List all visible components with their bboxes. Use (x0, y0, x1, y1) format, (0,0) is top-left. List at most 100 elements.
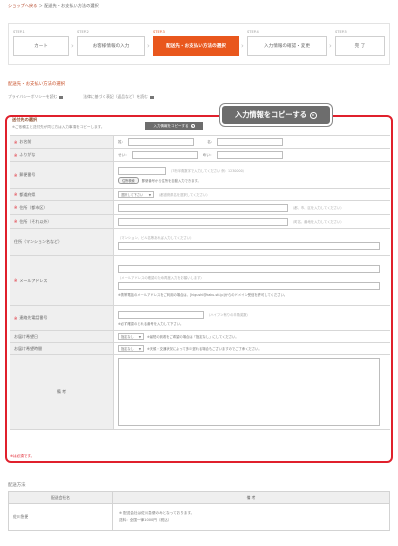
required-mark: ※ (14, 139, 18, 145)
delivery-method-title: 配送方法 (8, 483, 26, 488)
step-number: STEP.5 (335, 30, 347, 34)
form-row-kana: ※ ふりがな せい： めい： (10, 149, 390, 162)
city-input[interactable] (118, 203, 288, 212)
delivery-date-note: ※最短の到着をご希望の場合は「指定なし」にしてください。 (147, 335, 239, 339)
form-row-delivery-time: お届け希望時間 指定なし ▼ ※天候・交通状況によって多少遅れる場合もございますの… (10, 343, 390, 355)
step-5: STEP.5 完 了 (335, 29, 385, 60)
first-name-label: 名： (207, 139, 215, 144)
section-title: 配送先・お支払い方法の選択 (8, 82, 66, 87)
step-indicator: STEP.1 カート › STEP.2 お客様情報の入力 › STEP.3 配送… (8, 23, 390, 65)
form-row-building: 住所（マンション名など） （マンション、ビル名等あれば入力してください） (10, 229, 390, 256)
field-label: 都道府県 (19, 191, 36, 197)
last-name-input[interactable] (128, 138, 195, 146)
field-label: 郵便番号 (19, 172, 36, 177)
field-label: ふりがな (19, 152, 36, 157)
field-label: お名前 (19, 139, 32, 144)
first-name-kana-input[interactable] (216, 151, 283, 159)
step-label: カート (13, 36, 69, 56)
step-number: STEP.4 (247, 30, 259, 34)
arrow-right-circle-icon: ▸ (190, 124, 195, 128)
address-search-note: 郵便番号から住所を自動入力できます。 (141, 178, 201, 183)
building-hint: （マンション、ビル名等あれば入力してください） (118, 235, 194, 240)
external-link-icon (59, 95, 64, 99)
prefecture-select[interactable]: 選択して下さい ▼ (118, 191, 154, 198)
required-note: ※は必須です。 (10, 454, 35, 458)
delivery-time-note: ※天候・交通状況によって多少遅れる場合もございますのでご了承ください。 (147, 347, 262, 351)
step-arrow-icon: › (241, 42, 244, 50)
form-row-city: ※ 住所（都市区） （都、市、区を入力してください） (10, 201, 390, 215)
privacy-policy-link[interactable]: プライバシーポリシーを読む (8, 94, 64, 100)
field-label: メールアドレス (19, 277, 48, 283)
step-label: 入力情報の確認・変更 (247, 36, 327, 56)
required-mark: ※ (14, 152, 18, 158)
email-confirm-input[interactable] (118, 281, 380, 290)
email-input[interactable] (118, 264, 380, 273)
required-mark: ※ (14, 315, 18, 321)
back-to-shop-link[interactable]: ショップへ戻る (8, 3, 37, 8)
delivery-note: ※ 配送会社は佐川急便のみとなっております。 (119, 511, 195, 515)
step-3: STEP.3 配送先・お支払い方法の選択 (153, 29, 239, 60)
address-search-button[interactable]: 住所検索 (118, 176, 139, 184)
external-link-icon (149, 95, 154, 99)
arrow-right-circle-icon: ▸ (309, 111, 317, 119)
town-hint: （町名、番地を入力してください） (291, 220, 344, 224)
phone-input[interactable] (118, 310, 204, 319)
field-label: お届け希望時間 (14, 345, 42, 351)
email-domain-note: ※携帯電話のメールアドレスをご利用の場合は、[higushi@kaku-sti.… (118, 292, 288, 297)
form-row-name: ※ お名前 姓： 名： (10, 136, 390, 149)
copy-info-button-small[interactable]: 入力情報をコピーする ▸ (145, 122, 203, 130)
required-mark: ※ (14, 219, 18, 224)
chevron-down-icon: ▼ (138, 346, 141, 351)
shipping-copy-note: ※ご依頼主と送付先が同じ方は入力事項をコピーします。 (12, 125, 105, 129)
form-row-phone: ※ 連絡先電話番号 （ハイフン有りの半角英数） ※必ず確認のとれる番号を入力して下… (10, 306, 390, 331)
form-row-email: ※ メールアドレス （メールアドレスの確認のため再度入力をお願いします） ※携帯電… (10, 256, 390, 306)
form-row-delivery-date: お届け希望日 指定なし ▼ ※最短の到着をご希望の場合は「指定なし」にしてください… (10, 331, 390, 343)
zip-input[interactable] (118, 166, 166, 175)
delivery-time-select[interactable]: 指定なし ▼ (118, 345, 144, 352)
building-input[interactable] (118, 241, 380, 250)
phone-note: ※必ず確認のとれる番号を入力して下さい。 (118, 321, 184, 326)
column-header-company: 配送会社名 (9, 492, 113, 503)
field-label: 住所（それ以外） (19, 218, 52, 224)
zip-hint: （7桁半角数字で入力してください 例：1230000） (169, 169, 246, 173)
city-hint: （都、市、区を入力してください） (291, 206, 344, 210)
first-name-input[interactable] (217, 138, 284, 146)
field-label: 住所（都市区） (19, 204, 48, 210)
form-row-zip: ※ 郵便番号 （7桁半角数字で入力してください 例：1230000） 住所検索 郵… (10, 162, 390, 189)
copy-button-label: 入力情報をコピーする (235, 110, 307, 119)
last-name-kana-input[interactable] (131, 151, 198, 159)
breadcrumb: ショップへ戻る ＞ 配送先・お支払い方法の選択 (8, 3, 99, 9)
copy-info-button-large[interactable]: 入力情報をコピーする ▸ (220, 104, 332, 126)
table-header: 配送会社名 備 考 (9, 492, 389, 504)
copy-button-label: 入力情報をコピーする (153, 123, 189, 128)
required-mark: ※ (14, 278, 18, 283)
legal-notice-link[interactable]: 法律に基づく表記（返品など）を読む (83, 94, 154, 100)
policy-links: プライバシーポリシーを読む 法律に基づく表記（返品など）を読む (8, 94, 154, 100)
phone-hint: （ハイフン有りの半角英数） (207, 313, 250, 317)
delivery-fee: 送料：全国一律1000円（税込） (119, 518, 172, 522)
step-number: STEP.1 (13, 30, 25, 34)
delivery-company: 佐川急便 (9, 504, 113, 530)
step-2: STEP.2 お客様情報の入力 (77, 29, 145, 60)
step-4: STEP.4 入力情報の確認・変更 (247, 29, 327, 60)
delivery-date-select[interactable]: 指定なし ▼ (118, 333, 144, 340)
email-confirm-hint: （メールアドレスの確認のため再度入力をお願いします） (118, 275, 204, 280)
field-label: お届け希望日 (14, 333, 38, 339)
town-input[interactable] (118, 217, 288, 226)
step-number: STEP.3 (153, 30, 165, 34)
last-name-label: 姓： (118, 139, 126, 144)
step-number: STEP.2 (77, 30, 89, 34)
last-name-kana-label: せい： (118, 152, 129, 157)
form-row-town: ※ 住所（それ以外） （町名、番地を入力してください） (10, 215, 390, 229)
shipping-section-label: 送付先の選択 (12, 117, 38, 122)
shipping-form: ※ お名前 姓： 名： ※ ふりがな せい： めい： ※ 郵便番号 （7桁半角数… (10, 135, 390, 430)
field-label: 住所（マンション名など） (14, 239, 62, 244)
remarks-textarea[interactable] (118, 358, 380, 426)
step-arrow-icon: › (71, 42, 74, 50)
first-name-kana-label: めい： (202, 152, 214, 157)
required-mark: ※ (14, 172, 18, 178)
step-label: お客様情報の入力 (77, 36, 145, 56)
prefecture-hint: （都道府県名を選択してください） (157, 193, 210, 197)
step-label: 完 了 (335, 36, 385, 56)
form-row-remarks: 備 考 (10, 355, 390, 430)
